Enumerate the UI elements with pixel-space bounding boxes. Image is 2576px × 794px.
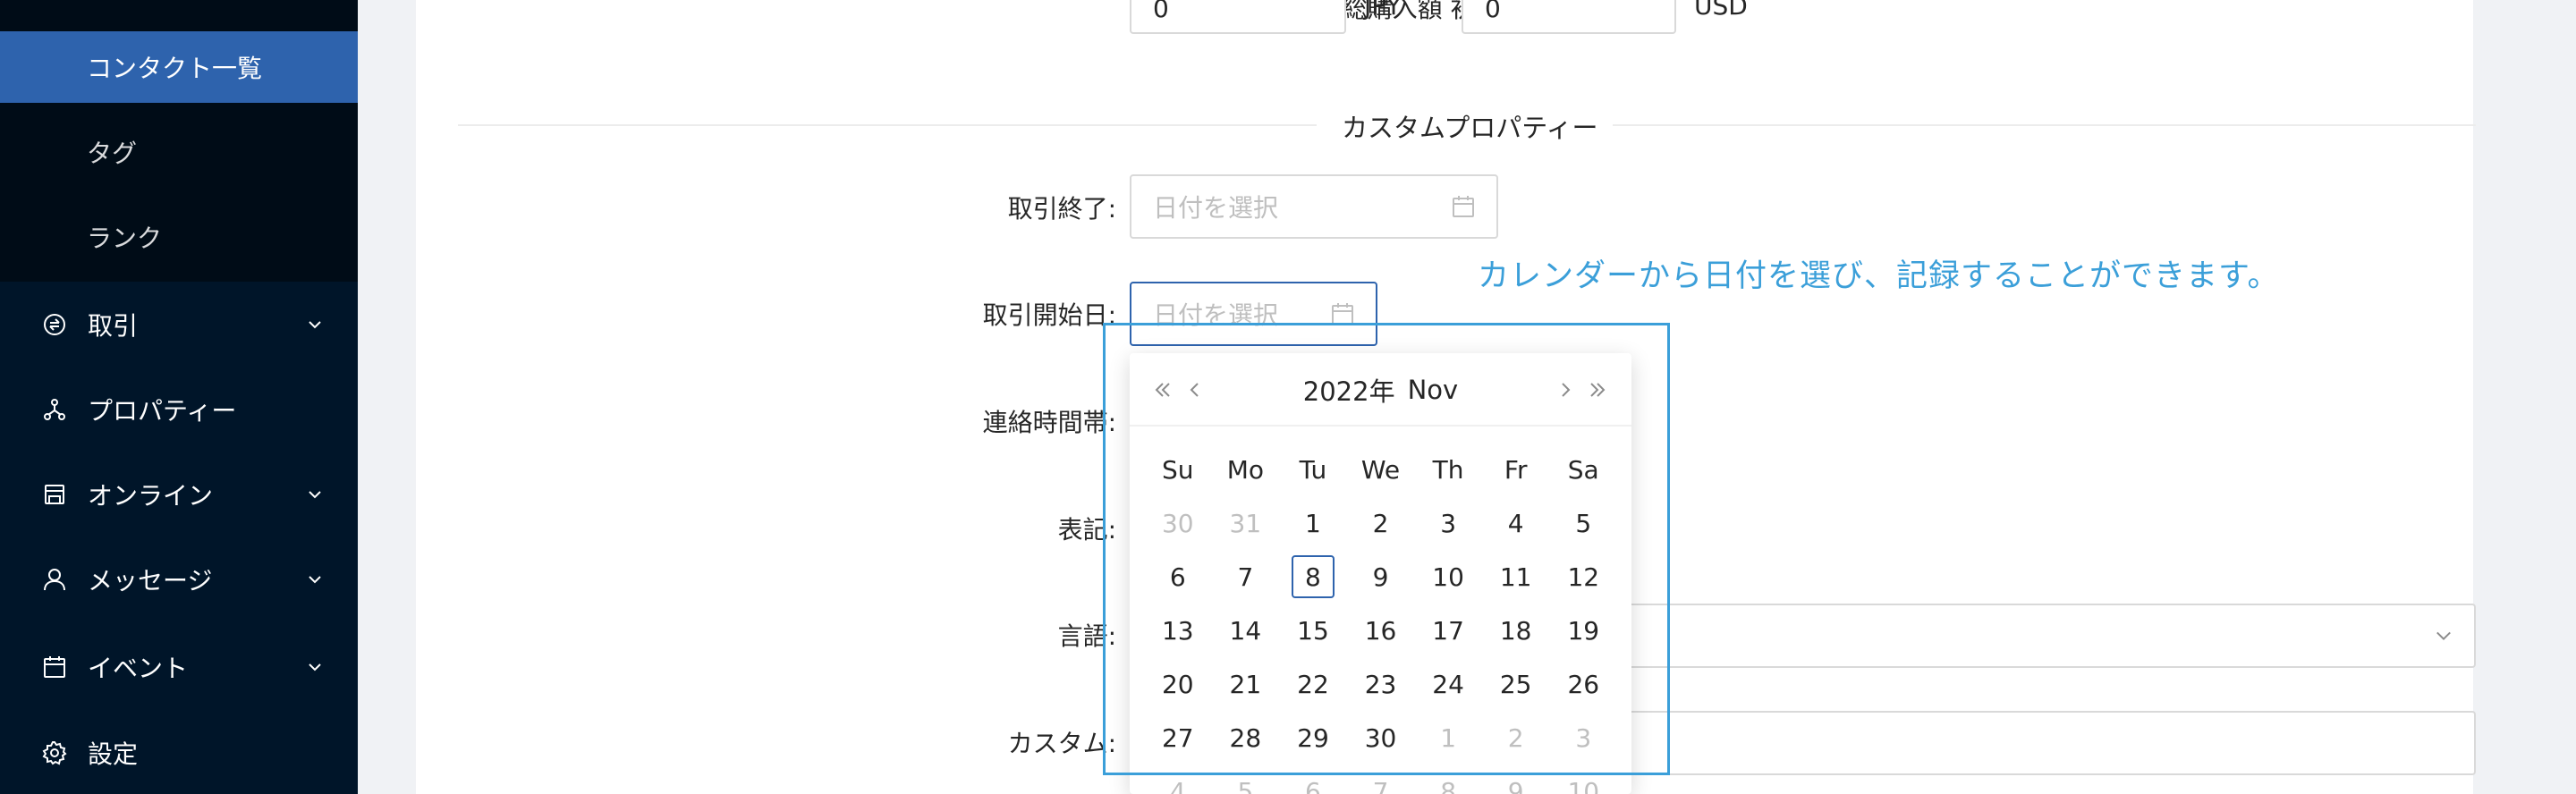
deal-end-date-input[interactable]: 日付を選択 — [1130, 174, 1498, 239]
usd-unit: USD — [1694, 0, 1748, 21]
chevron-down-icon — [309, 491, 321, 499]
sidebar-item-settings[interactable]: 設定 — [0, 717, 358, 789]
sidebar-item-properties[interactable]: プロパティー — [0, 374, 358, 445]
sidebar-item-label: オンライン — [88, 481, 214, 511]
sidebar-item-label: 設定 — [88, 739, 139, 769]
chevron-down-icon — [309, 663, 321, 672]
calendar-day-label: 10 — [1567, 776, 1600, 794]
calendar-annotation: カレンダーから日付を選び、記録することができます。 — [1478, 258, 2280, 294]
sidebar-item-label: タグ — [87, 139, 138, 168]
user-icon — [41, 566, 68, 593]
gear-icon — [41, 739, 68, 766]
sidebar-item-messages[interactable]: メッセージ — [0, 544, 358, 615]
sidebar-item-label: 取引 — [88, 311, 139, 341]
contact-time-label: 連絡時間帯: — [982, 408, 1116, 437]
divider-line-right — [1613, 124, 2476, 126]
sidebar-item-label: プロパティー — [88, 396, 237, 426]
usd-input[interactable]: 0 — [1462, 0, 1676, 34]
calendar-day-label: 5 — [1237, 776, 1254, 794]
chevron-down-icon — [309, 576, 321, 584]
calendar-day-label: 8 — [1440, 776, 1457, 794]
calendar-day-label: 4 — [1169, 776, 1186, 794]
chevron-down-icon — [309, 321, 321, 329]
sidebar-item-online[interactable]: オンライン — [0, 459, 358, 530]
sidebar: コンタクト一覧 タグ ランク 取引 プロパティー オンライン メッセージ イベン… — [0, 0, 358, 794]
calendar-day-label: 7 — [1372, 776, 1389, 794]
usd-value: 0 — [1485, 0, 1501, 23]
divider-line-left — [458, 124, 1317, 126]
deal-end-label: 取引終了: — [1007, 194, 1116, 224]
calendar-day-label: 9 — [1507, 776, 1524, 794]
sidebar-item-transactions[interactable]: 取引 — [0, 289, 358, 360]
calendar-icon — [1453, 196, 1474, 217]
sidebar-item-contact-list[interactable]: コンタクト一覧 — [0, 31, 358, 103]
shop-icon — [41, 481, 68, 508]
custom-label: カスタム: — [1007, 729, 1116, 758]
sidebar-item-label: ランク — [87, 224, 163, 253]
transaction-icon — [41, 311, 68, 338]
sidebar-item-label: コンタクト一覧 — [87, 54, 263, 83]
jpy-value: 0 — [1153, 0, 1169, 23]
sidebar-item-label: イベント — [88, 654, 189, 683]
deal-start-label: 取引開始日: — [982, 300, 1116, 330]
contacts-submenu: コンタクト一覧 タグ ランク — [0, 0, 358, 282]
section-divider-title: カスタムプロパティー — [1342, 113, 1598, 143]
calendar-day-label: 6 — [1305, 776, 1321, 794]
nodes-icon — [41, 396, 68, 423]
annotation-highlight-box — [1103, 323, 1670, 775]
sidebar-item-tags[interactable]: タグ — [0, 116, 358, 188]
jpy-unit: JPY — [1364, 0, 1402, 21]
chevron-down-icon — [2436, 631, 2451, 640]
sidebar-item-events[interactable]: イベント — [0, 631, 358, 703]
deal-end-placeholder: 日付を選択 — [1153, 193, 1279, 223]
sidebar-item-label: メッセージ — [88, 566, 213, 596]
jpy-input[interactable]: 0 — [1130, 0, 1346, 34]
calendar-icon — [41, 654, 68, 680]
sidebar-item-rank[interactable]: ランク — [0, 201, 358, 273]
